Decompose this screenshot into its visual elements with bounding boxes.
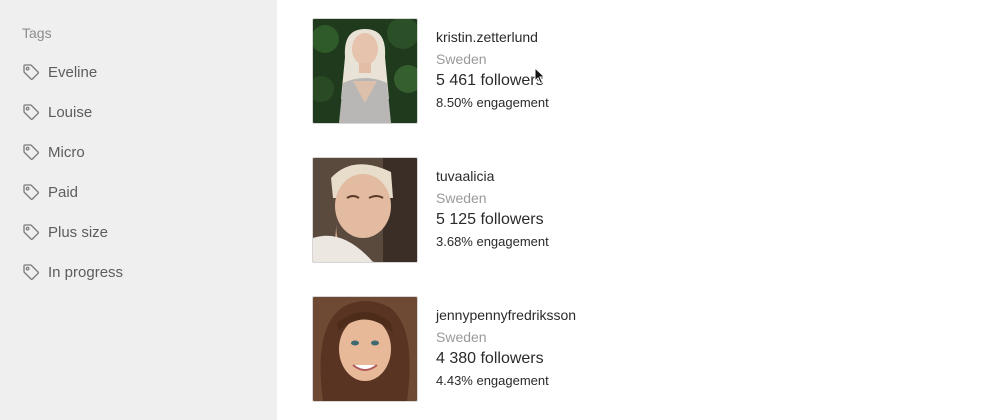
influencer-followers: 5 461 followers <box>436 72 544 89</box>
influencer-followers: 5 125 followers <box>436 211 544 228</box>
tag-item-micro[interactable]: Micro <box>22 141 85 163</box>
influencer-username[interactable]: jennypennyfredriksson <box>436 306 576 324</box>
tag-label: Louise <box>48 103 93 121</box>
tag-label: Plus size <box>48 223 109 241</box>
tag-icon <box>23 224 39 240</box>
influencer-followers: 4 380 followers <box>436 350 544 367</box>
tag-item-paid[interactable]: Paid <box>22 181 78 203</box>
tag-icon <box>23 264 39 280</box>
tag-icon <box>23 184 39 200</box>
influencer-country: Sweden <box>436 190 487 206</box>
tag-label: Paid <box>48 183 79 201</box>
influencer-country: Sweden <box>436 51 487 67</box>
influencer-country: Sweden <box>436 329 487 345</box>
influencer-photo[interactable] <box>312 157 418 263</box>
tag-label: In progress <box>48 263 124 281</box>
influencer-list: kristin.zetterlund Sweden 5 461 follower… <box>277 0 996 420</box>
tag-label: Micro <box>48 143 85 161</box>
sidebar-title: Tags <box>22 25 52 41</box>
tags-sidebar: Tags Eveline Louise Micro Paid Plus size… <box>0 0 277 420</box>
tag-item-in-progress[interactable]: In progress <box>22 261 123 283</box>
influencer-engagement: 3.68% engagement <box>436 234 549 249</box>
influencer-info: kristin.zetterlund Sweden 5 461 follower… <box>436 28 549 112</box>
tag-item-plus-size[interactable]: Plus size <box>22 221 108 243</box>
tag-icon <box>23 144 39 160</box>
tag-icon <box>23 64 39 80</box>
tag-item-eveline[interactable]: Eveline <box>22 61 97 83</box>
influencer-photo[interactable] <box>312 296 418 402</box>
influencer-engagement: 8.50% engagement <box>436 95 549 110</box>
influencer-engagement: 4.43% engagement <box>436 373 549 388</box>
influencer-username[interactable]: kristin.zetterlund <box>436 28 549 46</box>
influencer-info: tuvaalicia Sweden 5 125 followers 3.68% … <box>436 167 549 251</box>
tag-icon <box>23 104 39 120</box>
influencer-info: jennypennyfredriksson Sweden 4 380 follo… <box>436 306 576 390</box>
tag-label: Eveline <box>48 63 98 81</box>
tag-item-louise[interactable]: Louise <box>22 101 92 123</box>
mouse-cursor-icon <box>534 67 546 85</box>
influencer-username[interactable]: tuvaalicia <box>436 167 549 185</box>
influencer-photo[interactable] <box>312 18 418 124</box>
